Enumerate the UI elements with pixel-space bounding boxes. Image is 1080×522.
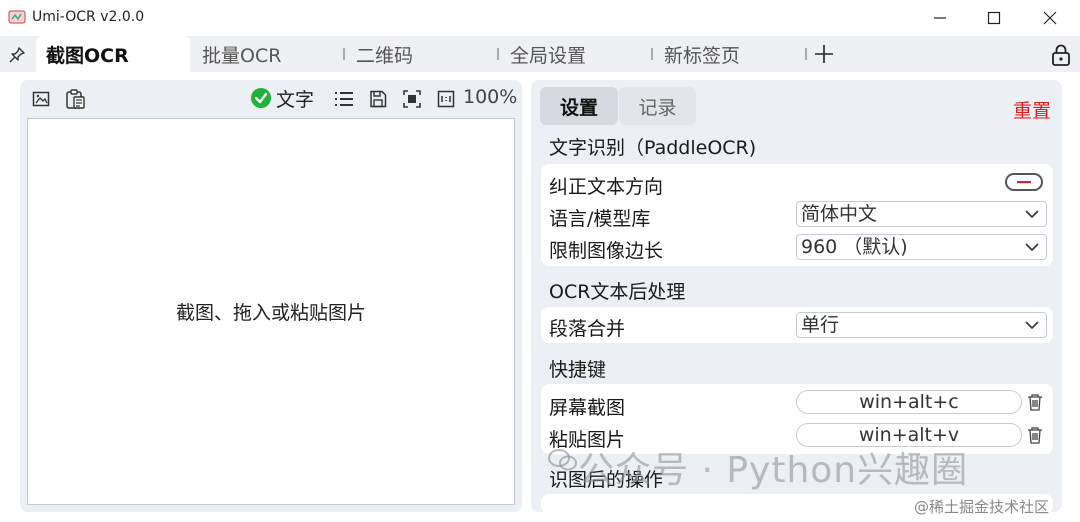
tab-label: 新标签页	[664, 44, 741, 67]
tab-label: 全局设置	[510, 44, 587, 67]
delete-paste-hotkey-button[interactable]	[1024, 424, 1046, 446]
save-button[interactable]	[366, 87, 390, 111]
tab-batch-ocr[interactable]: 批量OCR	[192, 36, 342, 72]
tab-settings[interactable]: 设置	[540, 87, 618, 125]
language-label: 语言/模型库	[549, 208, 651, 230]
close-icon	[1043, 11, 1057, 25]
app-title: Umi-OCR v2.0.0	[32, 9, 145, 25]
actual-size-icon	[437, 90, 455, 108]
trash-icon	[1028, 394, 1042, 411]
tab-global-settings[interactable]: 全局设置	[500, 36, 650, 72]
fit-screen-button[interactable]	[400, 87, 424, 111]
tab-separator	[651, 48, 653, 60]
app-logo-icon	[8, 10, 26, 24]
ocr-section-title: 文字识别（PaddleOCR)	[549, 137, 757, 159]
title-bar: Umi-OCR v2.0.0	[0, 0, 1080, 36]
limit-size-select[interactable]: 960 （默认)	[796, 234, 1047, 260]
lock-button[interactable]	[1048, 42, 1074, 68]
merge-label: 段落合并	[549, 318, 626, 340]
language-select[interactable]: 简体中文	[796, 201, 1047, 227]
image-drop-area[interactable]: 截图、拖入或粘贴图片	[27, 118, 515, 505]
clipboard-icon	[66, 89, 85, 109]
chevron-down-icon	[1025, 321, 1039, 330]
post-process-section-title: OCR文本后处理	[549, 281, 686, 303]
minimize-icon	[934, 17, 946, 19]
plus-icon	[815, 45, 833, 63]
merge-select[interactable]: 单行	[796, 312, 1047, 338]
tab-label: 批量OCR	[202, 44, 282, 67]
trash-icon	[1028, 427, 1042, 444]
tab-screenshot-ocr[interactable]: 截图OCR	[36, 36, 190, 72]
pin-icon	[9, 47, 25, 63]
fit-screen-icon	[403, 90, 421, 108]
tab-label: 二维码	[356, 44, 414, 67]
text-toggle[interactable]: 文字	[250, 85, 314, 111]
pin-button[interactable]	[6, 44, 28, 66]
wechat-icon	[548, 449, 577, 471]
tab-new-tab[interactable]: 新标签页	[654, 36, 804, 72]
save-icon	[370, 90, 387, 108]
screenshot-hotkey-field[interactable]: win+alt+c	[796, 390, 1022, 414]
delete-screenshot-hotkey-button[interactable]	[1024, 391, 1046, 413]
minimize-button[interactable]	[912, 0, 968, 36]
paste-button[interactable]	[63, 87, 87, 111]
actual-size-button[interactable]	[434, 87, 458, 111]
text-toggle-label: 文字	[276, 88, 315, 111]
chevron-down-icon	[1025, 210, 1039, 219]
toggle-off-indicator	[1017, 181, 1031, 183]
chevron-down-icon	[1025, 243, 1039, 252]
corner-credit: @稀土掘金技术社区	[914, 498, 1050, 516]
list-button[interactable]	[332, 87, 356, 111]
image-hint: 截图、拖入或粘贴图片	[175, 302, 366, 324]
watermark-text: 公众号 · Python兴趣圈	[578, 450, 969, 491]
list-icon	[335, 92, 353, 106]
screenshot-button[interactable]	[29, 87, 53, 111]
tab-bar: 截图OCR 批量OCR 二维码 全局设置 新标签页	[0, 36, 1080, 97]
maximize-button[interactable]	[966, 0, 1022, 36]
limit-size-select-value: 960 （默认)	[801, 236, 908, 258]
maximize-icon	[987, 11, 1001, 25]
tab-qrcode[interactable]: 二维码	[346, 36, 496, 72]
tab-history-label: 记录	[638, 96, 677, 119]
tab-history[interactable]: 记录	[619, 87, 696, 125]
zoom-level: 100%	[463, 86, 518, 108]
reset-button[interactable]: 重置	[1013, 96, 1051, 123]
correct-direction-toggle[interactable]	[1005, 173, 1043, 191]
lock-icon	[1052, 44, 1070, 66]
tab-label: 截图OCR	[46, 44, 129, 67]
tab-settings-label: 设置	[559, 96, 598, 119]
image-icon	[32, 91, 50, 107]
limit-size-label: 限制图像边长	[549, 240, 664, 262]
add-tab-button[interactable]	[812, 42, 836, 66]
tab-separator	[805, 48, 807, 60]
hotkey-section-title: 快捷键	[549, 359, 607, 381]
tab-separator	[343, 48, 345, 60]
merge-select-value: 单行	[801, 314, 840, 336]
correct-direction-label: 纠正文本方向	[549, 176, 664, 198]
check-circle-icon	[251, 88, 271, 108]
close-window-button[interactable]	[1022, 0, 1078, 36]
screenshot-hotkey-label: 屏幕截图	[549, 397, 626, 419]
language-select-value: 简体中文	[801, 203, 878, 225]
tab-separator	[497, 48, 499, 60]
